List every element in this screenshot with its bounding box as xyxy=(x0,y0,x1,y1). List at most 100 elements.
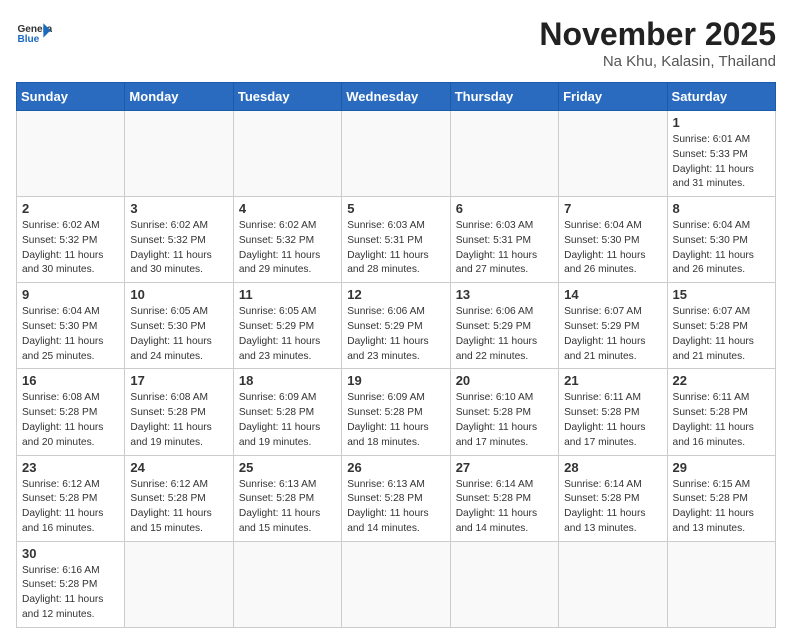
day-info: Sunrise: 6:07 AMSunset: 5:29 PMDaylight:… xyxy=(564,305,661,364)
day-info: Sunrise: 6:03 AMSunset: 5:31 PMDaylight:… xyxy=(347,219,444,278)
title-area: November 2025 Na Khu, Kalasin, Thailand xyxy=(539,16,776,70)
day-info: Sunrise: 6:02 AMSunset: 5:32 PMDaylight:… xyxy=(130,219,227,278)
header-day-monday: Monday xyxy=(125,83,233,111)
calendar-cell: 6Sunrise: 6:03 AMSunset: 5:31 PMDaylight… xyxy=(450,197,558,283)
day-info: Sunrise: 6:06 AMSunset: 5:29 PMDaylight:… xyxy=(456,305,553,364)
day-number: 22 xyxy=(673,373,770,388)
day-number: 9 xyxy=(22,287,119,302)
day-info: Sunrise: 6:07 AMSunset: 5:28 PMDaylight:… xyxy=(673,305,770,364)
day-number: 16 xyxy=(22,373,119,388)
day-info: Sunrise: 6:03 AMSunset: 5:31 PMDaylight:… xyxy=(456,219,553,278)
day-info: Sunrise: 6:14 AMSunset: 5:28 PMDaylight:… xyxy=(456,478,553,537)
day-info: Sunrise: 6:11 AMSunset: 5:28 PMDaylight:… xyxy=(564,391,661,450)
day-info: Sunrise: 6:15 AMSunset: 5:28 PMDaylight:… xyxy=(673,478,770,537)
calendar-cell xyxy=(233,541,341,627)
day-number: 4 xyxy=(239,201,336,216)
calendar-cell: 8Sunrise: 6:04 AMSunset: 5:30 PMDaylight… xyxy=(667,197,775,283)
day-number: 10 xyxy=(130,287,227,302)
calendar-cell xyxy=(342,541,450,627)
week-row-6: 30Sunrise: 6:16 AMSunset: 5:28 PMDayligh… xyxy=(17,541,776,627)
day-number: 21 xyxy=(564,373,661,388)
day-number: 28 xyxy=(564,460,661,475)
calendar-cell: 16 Sunrise: 6:08 AMSunset: 5:28 PMDayligh… xyxy=(17,369,125,455)
location: Na Khu, Kalasin, Thailand xyxy=(539,53,776,70)
calendar-cell: 27 Sunrise: 6:14 AMSunset: 5:28 PMDayligh… xyxy=(450,455,558,541)
calendar-cell: 18Sunrise: 6:09 AMSunset: 5:28 PMDayligh… xyxy=(233,369,341,455)
calendar-cell: 5Sunrise: 6:03 AMSunset: 5:31 PMDaylight… xyxy=(342,197,450,283)
calendar-cell: 14 Sunrise: 6:07 AMSunset: 5:29 PMDayligh… xyxy=(559,283,667,369)
day-info: Sunrise: 6:02 AMSunset: 5:32 PMDaylight:… xyxy=(22,219,119,278)
calendar-cell: 15Sunrise: 6:07 AMSunset: 5:28 PMDayligh… xyxy=(667,283,775,369)
calendar-cell: 4Sunrise: 6:02 AMSunset: 5:32 PMDaylight… xyxy=(233,197,341,283)
day-info: Sunrise: 6:09 AMSunset: 5:28 PMDaylight:… xyxy=(347,391,444,450)
header-day-friday: Friday xyxy=(559,83,667,111)
day-number: 26 xyxy=(347,460,444,475)
header-day-tuesday: Tuesday xyxy=(233,83,341,111)
calendar-cell xyxy=(450,111,558,197)
calendar-cell: 1 Sunrise: 6:01 AMSunset: 5:33 PMDaylight… xyxy=(667,111,775,197)
calendar-cell xyxy=(342,111,450,197)
header-day-thursday: Thursday xyxy=(450,83,558,111)
calendar-cell: 10 Sunrise: 6:05 AMSunset: 5:30 PMDayligh… xyxy=(125,283,233,369)
day-number: 17 xyxy=(130,373,227,388)
day-number: 13 xyxy=(456,287,553,302)
day-number: 25 xyxy=(239,460,336,475)
week-row-5: 23 Sunrise: 6:12 AMSunset: 5:28 PMDayligh… xyxy=(17,455,776,541)
calendar-cell: 30Sunrise: 6:16 AMSunset: 5:28 PMDayligh… xyxy=(17,541,125,627)
day-info: Sunrise: 6:01 AMSunset: 5:33 PMDaylight:… xyxy=(673,133,770,192)
day-info: Sunrise: 6:08 AMSunset: 5:28 PMDaylight:… xyxy=(130,391,227,450)
day-number: 20 xyxy=(456,373,553,388)
day-info: Sunrise: 6:04 AMSunset: 5:30 PMDaylight:… xyxy=(22,305,119,364)
calendar-cell: 22 Sunrise: 6:11 AMSunset: 5:28 PMDayligh… xyxy=(667,369,775,455)
calendar-cell: 23 Sunrise: 6:12 AMSunset: 5:28 PMDayligh… xyxy=(17,455,125,541)
calendar-cell: 25 Sunrise: 6:13 AMSunset: 5:28 PMDayligh… xyxy=(233,455,341,541)
logo-icon: General Blue xyxy=(16,16,52,52)
calendar-cell xyxy=(667,541,775,627)
svg-text:Blue: Blue xyxy=(17,34,39,45)
calendar-cell xyxy=(17,111,125,197)
header-day-sunday: Sunday xyxy=(17,83,125,111)
calendar-cell xyxy=(125,541,233,627)
calendar-cell: 3 Sunrise: 6:02 AMSunset: 5:32 PMDaylight… xyxy=(125,197,233,283)
logo: General Blue xyxy=(16,16,52,52)
day-info: Sunrise: 6:16 AMSunset: 5:28 PMDaylight:… xyxy=(22,564,119,623)
calendar-cell xyxy=(559,111,667,197)
day-number: 2 xyxy=(22,201,119,216)
calendar-cell: 9 Sunrise: 6:04 AMSunset: 5:30 PMDaylight… xyxy=(17,283,125,369)
day-info: Sunrise: 6:04 AMSunset: 5:30 PMDaylight:… xyxy=(564,219,661,278)
day-number: 23 xyxy=(22,460,119,475)
day-info: Sunrise: 6:08 AMSunset: 5:28 PMDaylight:… xyxy=(22,391,119,450)
calendar-cell: 29 Sunrise: 6:15 AMSunset: 5:28 PMDayligh… xyxy=(667,455,775,541)
day-info: Sunrise: 6:11 AMSunset: 5:28 PMDaylight:… xyxy=(673,391,770,450)
calendar-cell: 17 Sunrise: 6:08 AMSunset: 5:28 PMDayligh… xyxy=(125,369,233,455)
day-number: 8 xyxy=(673,201,770,216)
day-info: Sunrise: 6:13 AMSunset: 5:28 PMDaylight:… xyxy=(239,478,336,537)
week-row-2: 2 Sunrise: 6:02 AMSunset: 5:32 PMDaylight… xyxy=(17,197,776,283)
calendar-cell xyxy=(125,111,233,197)
calendar-cell: 12Sunrise: 6:06 AMSunset: 5:29 PMDayligh… xyxy=(342,283,450,369)
header-day-saturday: Saturday xyxy=(667,83,775,111)
calendar-cell xyxy=(559,541,667,627)
day-info: Sunrise: 6:05 AMSunset: 5:30 PMDaylight:… xyxy=(130,305,227,364)
day-info: Sunrise: 6:09 AMSunset: 5:28 PMDaylight:… xyxy=(239,391,336,450)
day-number: 7 xyxy=(564,201,661,216)
day-number: 29 xyxy=(673,460,770,475)
day-info: Sunrise: 6:12 AMSunset: 5:28 PMDaylight:… xyxy=(130,478,227,537)
calendar-cell: 21 Sunrise: 6:11 AMSunset: 5:28 PMDayligh… xyxy=(559,369,667,455)
calendar-cell: 19Sunrise: 6:09 AMSunset: 5:28 PMDayligh… xyxy=(342,369,450,455)
calendar-cell: 28Sunrise: 6:14 AMSunset: 5:28 PMDayligh… xyxy=(559,455,667,541)
day-info: Sunrise: 6:06 AMSunset: 5:29 PMDaylight:… xyxy=(347,305,444,364)
day-number: 27 xyxy=(456,460,553,475)
day-info: Sunrise: 6:10 AMSunset: 5:28 PMDaylight:… xyxy=(456,391,553,450)
calendar-cell: 26Sunrise: 6:13 AMSunset: 5:28 PMDayligh… xyxy=(342,455,450,541)
calendar-cell: 20 Sunrise: 6:10 AMSunset: 5:28 PMDayligh… xyxy=(450,369,558,455)
day-number: 14 xyxy=(564,287,661,302)
day-number: 3 xyxy=(130,201,227,216)
day-number: 1 xyxy=(673,115,770,130)
week-row-4: 16 Sunrise: 6:08 AMSunset: 5:28 PMDayligh… xyxy=(17,369,776,455)
week-row-3: 9 Sunrise: 6:04 AMSunset: 5:30 PMDaylight… xyxy=(17,283,776,369)
day-info: Sunrise: 6:12 AMSunset: 5:28 PMDaylight:… xyxy=(22,478,119,537)
calendar: SundayMondayTuesdayWednesdayThursdayFrid… xyxy=(16,82,776,628)
calendar-cell: 24Sunrise: 6:12 AMSunset: 5:28 PMDayligh… xyxy=(125,455,233,541)
calendar-cell: 7 Sunrise: 6:04 AMSunset: 5:30 PMDaylight… xyxy=(559,197,667,283)
